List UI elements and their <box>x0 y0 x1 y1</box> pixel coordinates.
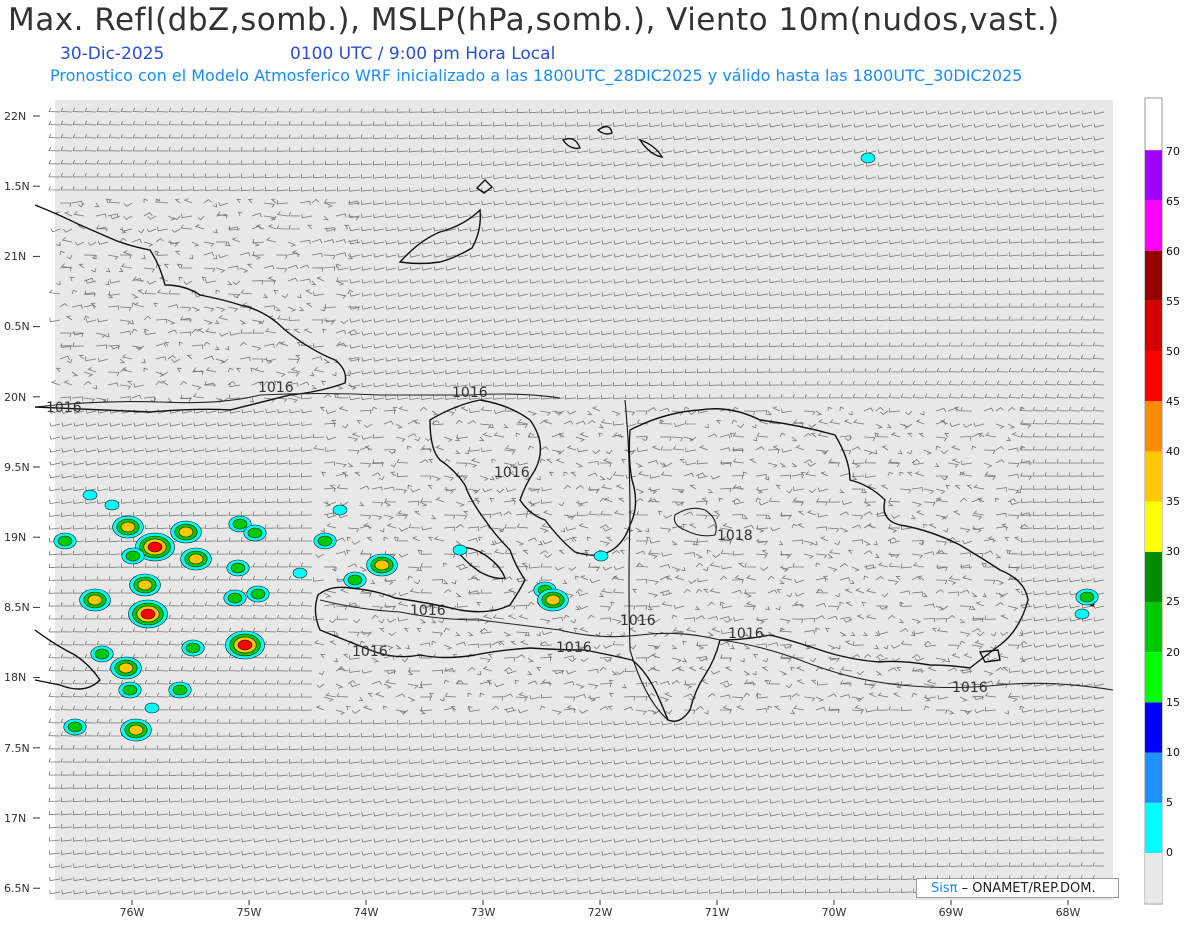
forecast-map: 1016 1016 1016 1016 1016 1016 1016 1016 … <box>4 97 1180 919</box>
plot-area <box>55 100 1113 900</box>
